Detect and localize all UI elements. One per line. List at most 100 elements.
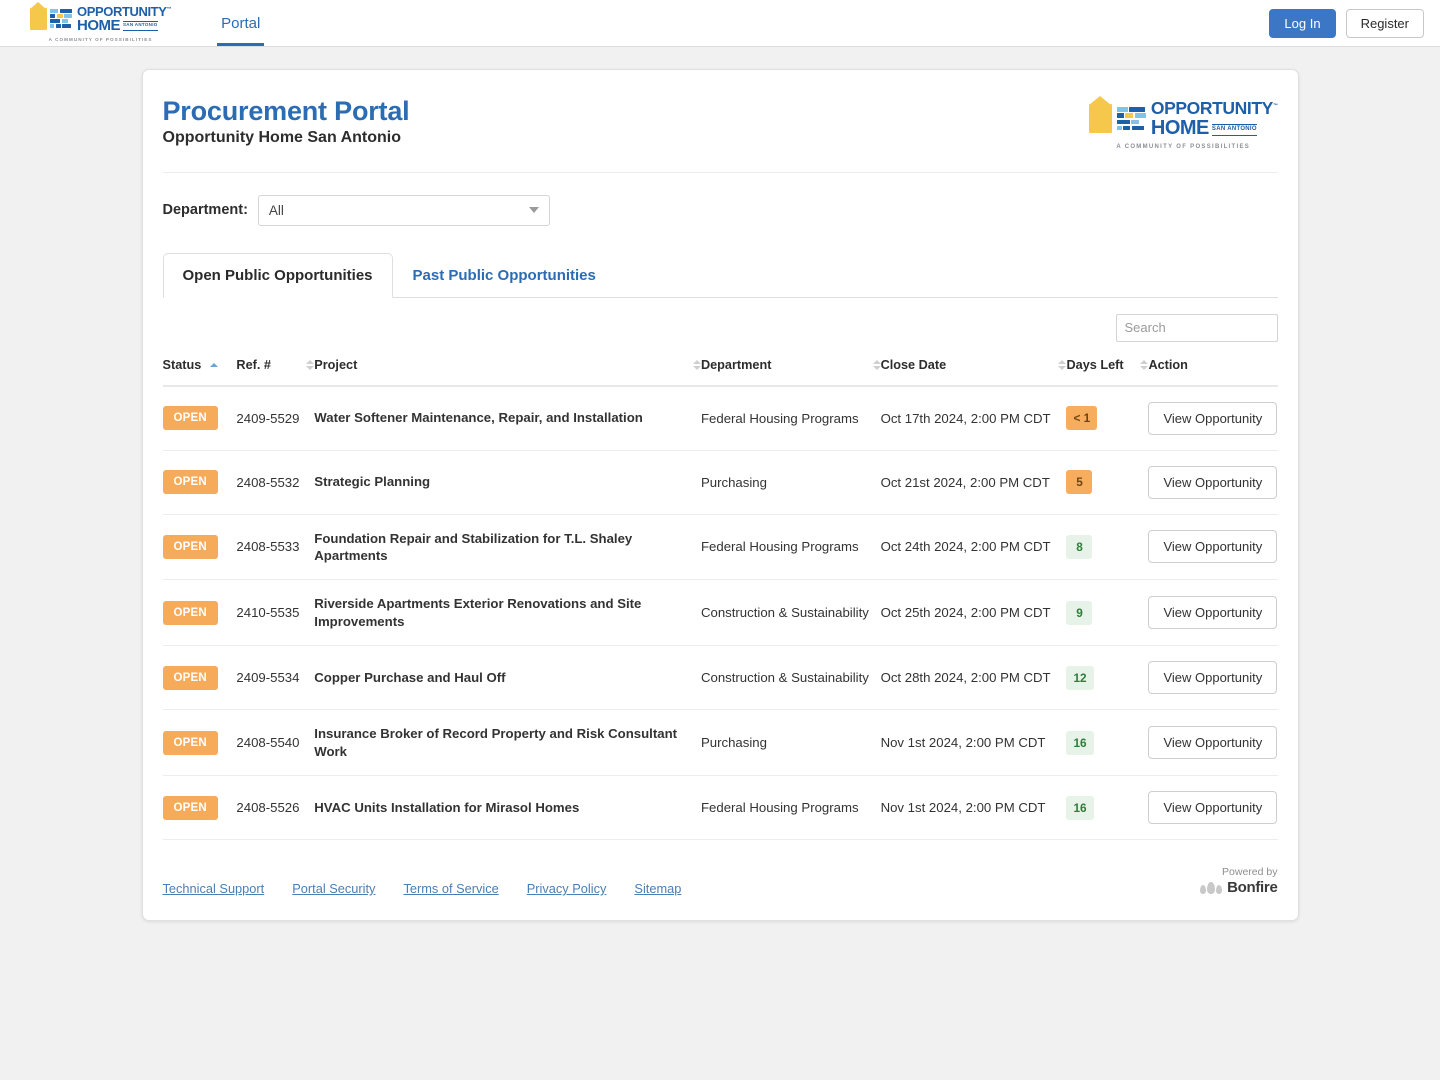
cell-status: OPEN (162, 514, 237, 581)
cell-department: Construction & Sustainability (700, 645, 881, 711)
status-badge: OPEN (162, 795, 218, 820)
column-header-department-label: Department (700, 357, 772, 372)
footer-link[interactable]: Portal Security (292, 881, 375, 896)
cell-status: OPEN (162, 579, 237, 647)
cell-status: OPEN (162, 775, 237, 841)
sort-icon[interactable] (1140, 359, 1149, 370)
cell-action: View Opportunity (1148, 775, 1278, 841)
column-header-ref[interactable]: Ref. # (236, 353, 315, 387)
cell-action: View Opportunity (1148, 514, 1278, 581)
column-header-days-left[interactable]: Days Left (1066, 353, 1149, 387)
card-footer: Technical Support Portal Security Terms of… (163, 840, 1278, 920)
footer-link[interactable]: Technical Support (163, 881, 265, 896)
cell-days-left: 8 (1066, 514, 1149, 581)
footer-link[interactable]: Terms of Service (403, 881, 498, 896)
card-logo-row: OPPORTUNITY™ HOME SAN ANTONIO (1088, 96, 1278, 139)
nav-tab-portal-label: Portal (221, 14, 261, 32)
sort-icon[interactable] (872, 359, 881, 370)
cell-project: Strategic Planning (314, 450, 701, 515)
tab-open-label: Open Public Opportunities (182, 266, 373, 284)
view-opportunity-button[interactable]: View Opportunity (1148, 530, 1278, 564)
column-header-close-date[interactable]: Close Date (880, 353, 1067, 387)
view-opportunity-button[interactable]: View Opportunity (1148, 401, 1278, 435)
cell-project: HVAC Units Installation for Mirasol Home… (314, 775, 701, 841)
footer-link[interactable]: Privacy Policy (527, 881, 607, 896)
card-logo-wordmark: OPPORTUNITY™ HOME SAN ANTONIO (1150, 99, 1278, 139)
view-opportunity-button[interactable]: View Opportunity (1148, 661, 1278, 695)
status-badge: OPEN (162, 470, 218, 494)
cell-ref: 2410-5535 (236, 579, 315, 647)
column-header-project-label: Project (314, 357, 358, 372)
nav-tab-portal[interactable]: Portal (217, 0, 265, 46)
logo-tagline: A COMMUNITY OF POSSIBILITIES (48, 36, 153, 42)
footer-links: Technical Support Portal Security Terms of… (163, 881, 682, 896)
register-button[interactable]: Register (1345, 8, 1424, 38)
table-row: OPEN 2408-5533 Foundation Repair and Stabi… (162, 514, 1278, 581)
house-icon (30, 1, 47, 30)
view-opportunity-button[interactable]: View Opportunity (1148, 596, 1278, 630)
logo-row: OPPORTUNITY™ HOME SAN ANTONIO (30, 1, 171, 33)
cell-ref: 2409-5534 (236, 645, 315, 711)
cell-ref: 2409-5529 (236, 385, 315, 451)
column-header-action: Action (1148, 353, 1278, 387)
bonfire-flame-icon (1199, 881, 1223, 894)
status-badge: OPEN (162, 665, 218, 690)
logo-region: SAN ANTONIO (1211, 124, 1257, 136)
cell-days-left: 16 (1066, 709, 1149, 777)
column-header-department[interactable]: Department (700, 353, 881, 387)
cell-days-left: < 1 (1066, 385, 1149, 451)
page-title: Procurement Portal (162, 96, 410, 126)
logo-word-home: HOME (1150, 116, 1210, 139)
cell-project: Water Softener Maintenance, Repair, and … (314, 385, 701, 451)
logo-tagline: A COMMUNITY OF POSSIBILITIES (1116, 143, 1251, 150)
table-row: OPEN 2408-5532 Strategic Planning Purchasin… (162, 450, 1278, 515)
sort-icon[interactable] (306, 359, 315, 370)
cell-ref: 2408-5532 (236, 450, 315, 515)
table-row: OPEN 2409-5534 Copper Purchase and Haul Of… (162, 645, 1278, 711)
tab-open-public-opportunities[interactable]: Open Public Opportunities (162, 252, 393, 298)
sort-ascending-icon[interactable] (210, 362, 219, 367)
cell-days-left: 9 (1066, 579, 1149, 647)
cell-action: View Opportunity (1148, 709, 1278, 777)
cell-ref: 2408-5533 (236, 514, 315, 581)
cell-close-date: Nov 1st 2024, 2:00 PM CDT (880, 775, 1067, 841)
powered-by-label: Powered by (1222, 866, 1278, 879)
footer-link[interactable]: Sitemap (634, 881, 681, 896)
sort-icon[interactable] (1058, 359, 1067, 370)
cell-status: OPEN (162, 450, 237, 515)
view-opportunity-button[interactable]: View Opportunity (1148, 726, 1278, 760)
column-header-close-date-label: Close Date (880, 357, 947, 372)
site-logo[interactable]: OPPORTUNITY™ HOME SAN ANTONIO A COMMUNIT… (30, 1, 171, 42)
cell-close-date: Oct 25th 2024, 2:00 PM CDT (880, 579, 1067, 647)
bonfire-logo: Bonfire (1199, 879, 1278, 896)
trademark-icon: ™ (1272, 103, 1278, 110)
search-input[interactable] (1115, 313, 1278, 342)
days-left-badge: 16 (1066, 795, 1094, 820)
table-row: OPEN 2408-5540 Insurance Broker of Record … (162, 709, 1278, 777)
chevron-down-icon (528, 207, 539, 213)
cell-ref: 2408-5540 (236, 709, 315, 777)
logo-wordmark: OPPORTUNITY™ HOME SAN ANTONIO (77, 5, 171, 33)
column-header-days-left-label: Days Left (1066, 357, 1124, 372)
status-badge: OPEN (162, 730, 218, 755)
card-logo: OPPORTUNITY™ HOME SAN ANTONIO A COMMUNIT… (1088, 96, 1278, 150)
house-icon (1088, 96, 1112, 134)
days-left-badge: 9 (1066, 600, 1093, 625)
cell-department: Federal Housing Programs (700, 775, 881, 841)
column-header-status[interactable]: Status (162, 353, 237, 387)
login-button[interactable]: Log In (1269, 8, 1336, 38)
view-opportunity-button[interactable]: View Opportunity (1148, 465, 1278, 499)
opportunity-tabs: Open Public Opportunities Past Public Op… (162, 252, 1278, 298)
department-select[interactable]: All (257, 194, 550, 226)
page-body: Procurement Portal Opportunity Home San … (0, 47, 1440, 922)
column-header-project[interactable]: Project (314, 353, 701, 387)
view-opportunity-button[interactable]: View Opportunity (1148, 791, 1278, 825)
days-left-badge: 5 (1066, 470, 1093, 494)
cell-ref: 2408-5526 (236, 775, 315, 841)
cell-department: Construction & Sustainability (700, 579, 881, 647)
tab-past-public-opportunities[interactable]: Past Public Opportunities (393, 253, 616, 298)
cell-department: Purchasing (700, 709, 881, 777)
sort-icon[interactable] (692, 359, 701, 370)
cell-action: View Opportunity (1148, 385, 1278, 451)
status-badge: OPEN (162, 406, 218, 430)
